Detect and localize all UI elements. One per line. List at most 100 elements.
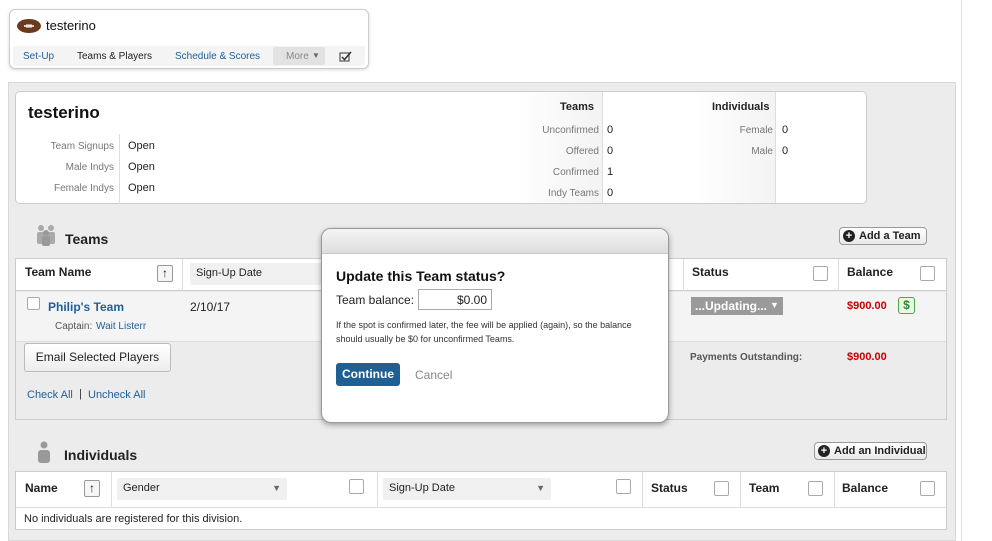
chevron-down-icon: ▼ (272, 483, 281, 493)
signup-column-checkbox[interactable] (616, 479, 631, 494)
divider (182, 259, 183, 291)
uncheck-all-link[interactable]: Uncheck All (88, 389, 145, 401)
offered-label: Offered (565, 146, 599, 157)
indy-teams-label: Indy Teams (548, 188, 599, 199)
add-team-label: Add a Team (859, 230, 921, 242)
male-indys-label: Male Indys (65, 162, 114, 173)
continue-button[interactable]: Continue (336, 363, 400, 386)
nav-teams-players[interactable]: Teams & Players (77, 51, 152, 62)
team-balance: $900.00 (847, 300, 887, 312)
divider (111, 472, 112, 507)
divider (683, 259, 684, 291)
gender-filter[interactable]: Gender ▼ (117, 478, 287, 500)
dialog-header (322, 229, 668, 254)
unconfirmed-value: 0 (607, 124, 614, 136)
col-team: Team (749, 481, 780, 495)
status-value: ...Updating... (695, 299, 767, 313)
sort-arrow-icon[interactable]: ↑ (84, 480, 100, 497)
payments-outstanding-label: Payments Outstanding: (690, 352, 803, 363)
balance-column-checkbox[interactable] (920, 266, 935, 281)
cancel-button[interactable]: Cancel (415, 368, 452, 382)
col-status: Status (692, 265, 729, 279)
teams-icon (37, 225, 55, 246)
confirmed-label: Confirmed (552, 167, 599, 178)
team-signups-label: Team Signups (50, 141, 114, 152)
individual-icon (38, 441, 50, 463)
dialog-note: If the spot is confirmed later, the fee … (336, 320, 632, 344)
add-individual-label: Add an Individual (834, 445, 926, 457)
plus-icon: + (843, 230, 855, 242)
chevron-down-icon: ▼ (312, 51, 320, 60)
col-balance: Balance (842, 481, 889, 495)
team-balance-label: Team balance: (336, 293, 415, 307)
signup-date-filter[interactable]: Sign-Up Date ▼ (383, 478, 551, 500)
teams-section-title: Teams (65, 231, 109, 247)
col-status: Status (651, 481, 688, 495)
confirmed-value: 1 (607, 166, 614, 178)
team-signups-value: Open (128, 140, 155, 152)
col-name: Name (25, 481, 58, 495)
teams-stats-header: Teams (560, 101, 595, 113)
individuals-stats-header: Individuals (712, 101, 770, 113)
team-name-link[interactable]: Philip's Team (48, 300, 124, 314)
empty-message: No individuals are registered for this d… (24, 513, 243, 525)
individuals-section-title: Individuals (64, 447, 138, 463)
dialog-title: Update this Team status? (336, 268, 506, 284)
divider (377, 472, 378, 507)
nav-bar: Set-Up Teams & Players Schedule & Scores… (13, 46, 365, 66)
divider (642, 472, 643, 507)
col-team-name: Team Name (25, 265, 92, 279)
link-separator: | (79, 388, 82, 400)
page-divider (961, 0, 962, 541)
league-title: testerino (46, 18, 96, 33)
female-indys-label: Female Indys (53, 183, 114, 194)
division-summary: testerino Team Signups Open Male Indys O… (15, 91, 867, 204)
col-balance: Balance (847, 265, 894, 279)
captain-label: Captain: (55, 321, 93, 332)
col-gender: Gender (123, 482, 160, 494)
female-value: 0 (782, 124, 789, 136)
update-status-dialog: Update this Team status? Team balance: I… (321, 228, 669, 423)
team-signup-date: 2/10/17 (190, 300, 231, 314)
nav-setup[interactable]: Set-Up (23, 51, 54, 62)
email-selected-players-button[interactable]: Email Selected Players (24, 343, 171, 372)
balance-column-checkbox[interactable] (920, 481, 935, 496)
gender-column-checkbox[interactable] (349, 479, 364, 494)
unconfirmed-label: Unconfirmed (542, 125, 599, 136)
divider (119, 134, 120, 204)
team-column-checkbox[interactable] (808, 481, 823, 496)
sort-arrow-icon[interactable]: ↑ (157, 265, 173, 282)
league-nav-card: testerino Set-Up Teams & Players Schedul… (9, 9, 369, 69)
captain-link[interactable]: Wait Listerr (96, 321, 146, 332)
chevron-down-icon: ▼ (536, 483, 545, 493)
nav-schedule-scores[interactable]: Schedule & Scores (175, 51, 260, 62)
chevron-down-icon: ▼ (770, 300, 779, 310)
team-status-select[interactable]: ...Updating... ▼ (691, 297, 783, 315)
add-individual-button[interactable]: + Add an Individual (814, 442, 927, 460)
football-icon (17, 19, 41, 33)
add-team-button[interactable]: + Add a Team (839, 227, 927, 245)
divider (838, 259, 839, 291)
plus-icon: + (818, 445, 830, 457)
col-signup-date: Sign-Up Date (196, 267, 263, 279)
divider (775, 92, 776, 203)
female-indys-value: Open (128, 182, 155, 194)
signup-date-filter[interactable]: Sign-Up Date (190, 263, 330, 285)
male-label: Male (751, 146, 773, 157)
divider (834, 472, 835, 507)
offered-value: 0 (607, 145, 614, 157)
status-column-checkbox[interactable] (714, 481, 729, 496)
check-all-link[interactable]: Check All (27, 389, 73, 401)
nav-more-label: More (286, 51, 309, 62)
team-balance-input[interactable] (418, 289, 492, 310)
status-column-checkbox[interactable] (813, 266, 828, 281)
payments-outstanding-value: $900.00 (847, 351, 887, 363)
checklist-icon[interactable] (339, 50, 352, 62)
male-indys-value: Open (128, 161, 155, 173)
divider (740, 472, 741, 507)
female-label: Female (739, 125, 773, 136)
team-row-checkbox[interactable] (27, 297, 40, 310)
male-value: 0 (782, 145, 789, 157)
nav-more-dropdown[interactable]: More ▼ (273, 47, 325, 65)
dollar-icon[interactable]: $ (898, 297, 915, 314)
